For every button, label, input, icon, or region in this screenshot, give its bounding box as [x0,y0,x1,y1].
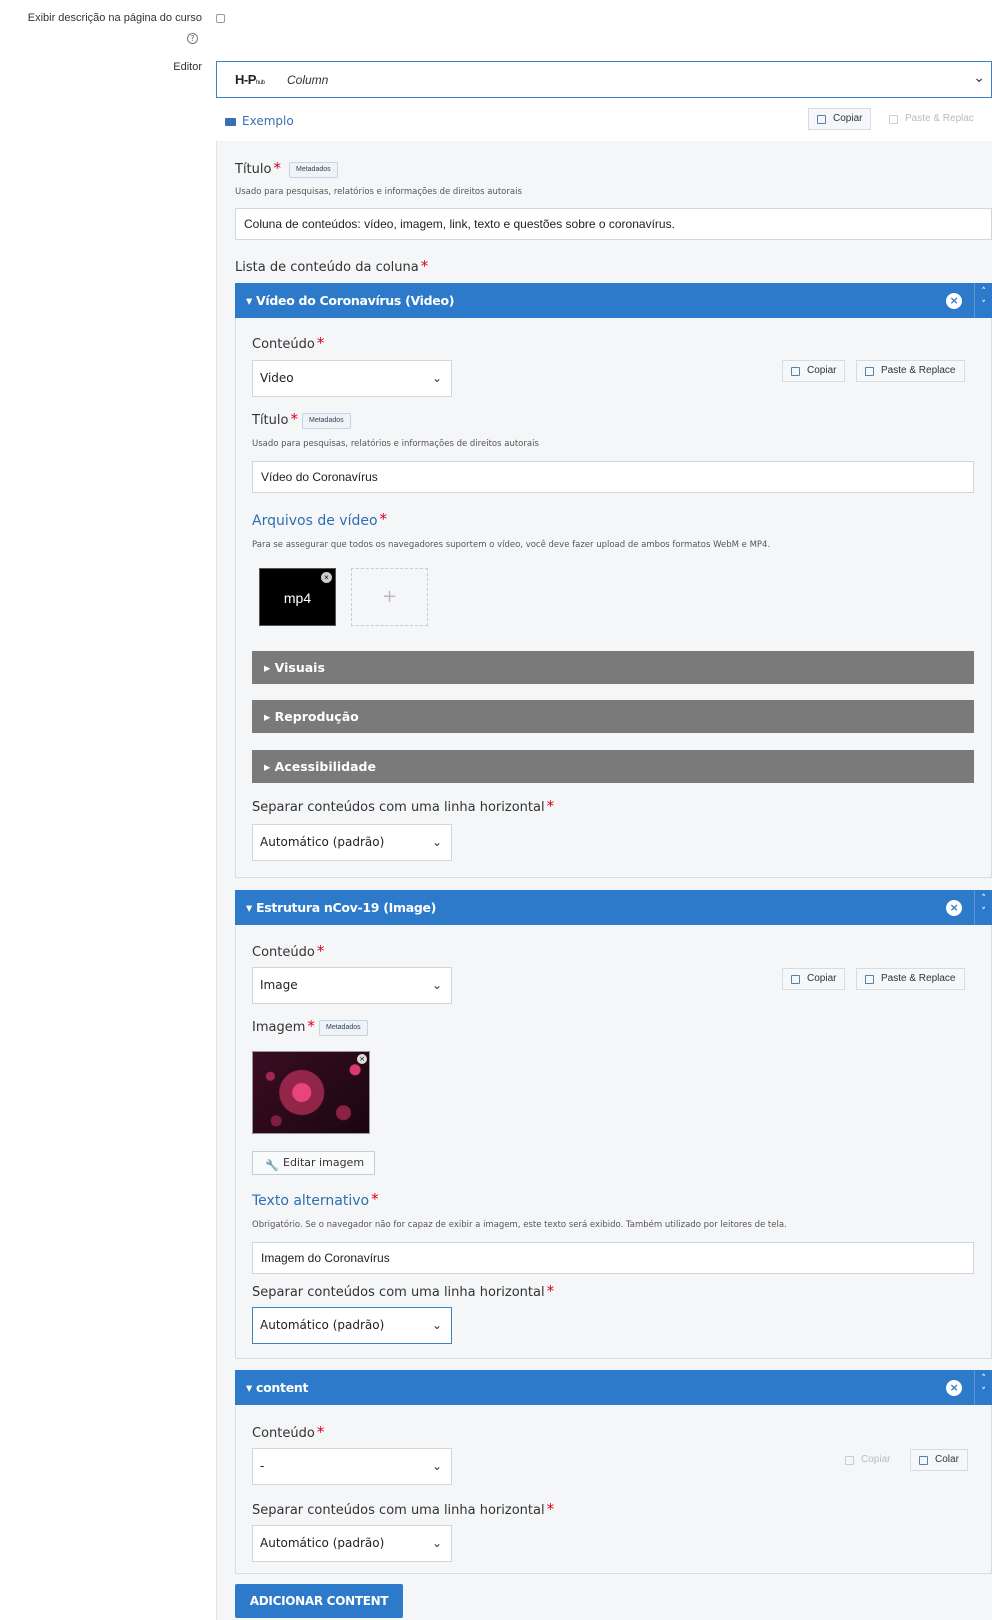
visuals-section[interactable]: ▸ Visuais [252,651,974,684]
video-content-select[interactable]: Video ⌄ [252,360,452,397]
paste-replace-button[interactable]: Paste & Replac [880,108,992,130]
image-copy-button[interactable]: Copiar [782,968,846,990]
image-separator-label: Separar conteúdos com uma linha horizont… [252,1282,555,1300]
reorder-arrows-icon[interactable]: ˄ ˅ [974,1370,992,1405]
remove-item-icon[interactable]: × [946,900,962,916]
remove-file-icon[interactable]: × [321,572,332,583]
example-link[interactable]: Exemplo [225,114,294,128]
caret-right-icon: ▸ [264,709,275,724]
video-title-input[interactable]: Vídeo do Coronavírus [252,461,974,493]
reorder-arrows-icon[interactable]: ˄ ˅ [974,283,992,318]
video-title-description: Usado para pesquisas, relatórios e infor… [252,439,539,449]
video-group-header[interactable]: ▾ Vídeo do Coronavírus (Video) × ˄ ˅ [235,283,992,318]
paste-icon [889,115,898,124]
book-icon [225,117,236,126]
title-description: Usado para pesquisas, relatórios e infor… [235,187,522,197]
video-paste-replace-button[interactable]: Paste & Replace [856,360,965,382]
alt-text-label: Texto alternativo * [252,1190,379,1209]
remove-item-icon[interactable]: × [946,1380,962,1396]
video-file-thumbnail[interactable]: mp4 × [259,568,336,626]
content-separator-label: Separar conteúdos com uma linha horizont… [252,1500,555,1518]
caret-down-icon: ▾ [246,293,257,308]
chevron-down-icon: ⌄ [431,978,442,992]
video-metadata-button[interactable]: Metadados [302,413,351,429]
image-content-select[interactable]: Image ⌄ [252,967,452,1004]
remove-item-icon[interactable]: × [946,293,962,309]
chevron-down-icon: ⌄ [431,1318,442,1332]
remove-image-icon[interactable]: × [357,1054,367,1064]
add-content-button[interactable]: ADICIONAR CONTENT [235,1584,403,1618]
title-label: Título * [235,159,281,177]
wrench-icon: 🔧 [265,1159,279,1172]
h5p-logo: H-Phub [235,72,265,87]
show-description-checkbox[interactable] [216,14,225,23]
caret-right-icon: ▸ [264,759,275,774]
edit-image-button[interactable]: 🔧 Editar imagem [252,1151,376,1175]
paste-icon [865,367,874,376]
editor-selected-type: Column [287,73,329,87]
add-file-button[interactable]: + [351,568,428,626]
show-description-label: Exibir descrição na página do curso [27,12,202,24]
video-separator-label: Separar conteúdos com uma linha horizont… [252,797,555,815]
video-separator-select[interactable]: Automático (padrão) ⌄ [252,824,452,861]
alt-text-input[interactable]: Imagem do Coronavírus [252,1242,974,1274]
video-content-label: Conteúdo * [252,334,325,352]
chevron-down-icon: ⌄ [431,835,442,849]
video-files-description: Para se assegurar que todos os navegador… [252,540,771,550]
content-content-select[interactable]: - ⌄ [252,1448,452,1485]
image-metadata-button[interactable]: Metadados [319,1020,368,1036]
image-content-label: Conteúdo * [252,942,325,960]
copy-icon [791,975,800,984]
copy-button[interactable]: Copiar [808,108,872,130]
caret-right-icon: ▸ [264,660,275,675]
paste-icon [919,1456,928,1465]
reorder-arrows-icon[interactable]: ˄ ˅ [974,890,992,925]
editor-content-type-select[interactable]: H-Phub Column ⌄ [216,61,992,98]
chevron-down-icon: ⌄ [431,1459,442,1473]
image-separator-select[interactable]: Automático (padrão) ⌄ [252,1307,452,1344]
content-paste-button[interactable]: Colar [910,1449,968,1471]
alt-text-description: Obrigatório. Se o navegador não for capa… [252,1220,787,1230]
content-separator-select[interactable]: Automático (padrão) ⌄ [252,1525,452,1562]
help-icon[interactable]: ? [187,33,198,44]
chevron-down-icon: ⌄ [431,1536,442,1550]
playback-section[interactable]: ▸ Reprodução [252,700,974,733]
video-copy-button[interactable]: Copiar [782,360,846,382]
caret-down-icon: ▾ [246,1380,257,1395]
image-label: Imagem * [252,1017,315,1035]
editor-label: Editor [173,61,202,73]
content-group-header[interactable]: ▾ content × ˄ ˅ [235,1370,992,1405]
copy-icon [817,115,826,124]
content-copy-button[interactable]: Copiar [836,1449,899,1471]
paste-icon [865,975,874,984]
metadata-button[interactable]: Metadados [289,162,338,178]
caret-down-icon: ▾ [246,900,257,915]
title-input[interactable]: Coluna de conteúdos: vídeo, imagem, link… [235,208,992,240]
video-files-label: Arquivos de vídeo * [252,510,388,529]
accessibility-section[interactable]: ▸ Acessibilidade [252,750,974,783]
video-title-label: Título * [252,410,298,428]
image-paste-replace-button[interactable]: Paste & Replace [856,968,965,990]
coronavirus-image-thumbnail[interactable]: × [252,1051,370,1134]
content-content-label: Conteúdo * [252,1423,325,1441]
image-group-header[interactable]: ▾ Estrutura nCov-19 (Image) × ˄ ˅ [235,890,992,925]
copy-icon [791,367,800,376]
video-group-body [235,318,992,878]
copy-icon [845,1456,854,1465]
chevron-down-icon: ⌄ [431,371,442,385]
content-list-label: Lista de conteúdo da coluna * [235,257,429,275]
chevron-down-icon: ⌄ [973,70,985,86]
